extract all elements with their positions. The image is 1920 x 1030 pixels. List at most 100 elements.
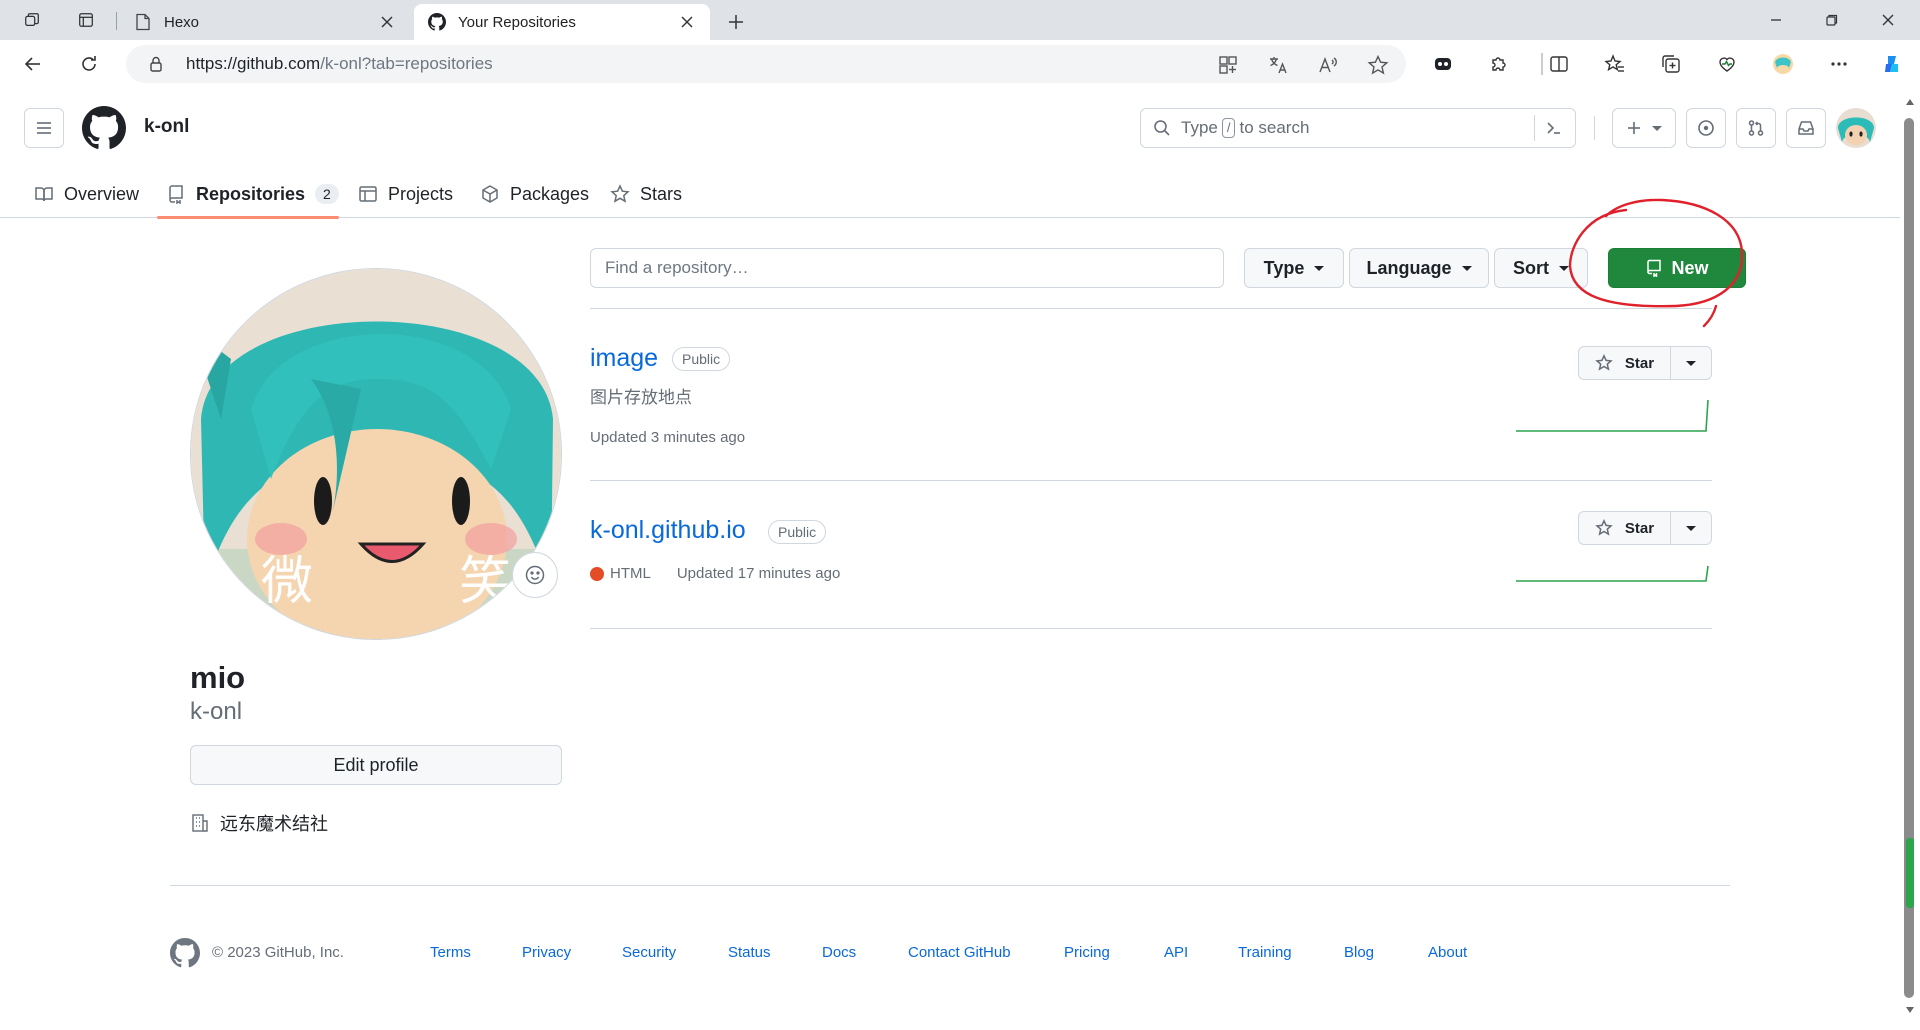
owner-link[interactable]: k-onl (144, 116, 189, 138)
url-path: /k-onl?tab=repositories (320, 54, 493, 73)
table-icon (359, 186, 377, 202)
language-filter-label: Language (1366, 257, 1452, 278)
tab-separator (116, 12, 117, 30)
footer-link-training[interactable]: Training (1238, 944, 1292, 961)
workspaces-icon[interactable] (4, 0, 60, 40)
repo-name-link[interactable]: k-onl.github.io (590, 516, 746, 545)
header-divider (1594, 116, 1595, 140)
language-filter-button[interactable]: Language (1349, 248, 1489, 288)
tab-actions-icon[interactable] (58, 0, 114, 40)
star-label: Star (1624, 354, 1655, 372)
translate-icon[interactable] (1264, 52, 1292, 78)
close-tab-icon[interactable] (678, 13, 696, 31)
active-tab-underline (157, 216, 339, 219)
url-host: https://github.com (186, 54, 321, 73)
search-divider (1534, 115, 1535, 141)
chevron-down-icon (1314, 265, 1325, 271)
footer-link-privacy[interactable]: Privacy (522, 944, 571, 961)
url-text[interactable]: https://github.com/k-onl?tab=repositorie… (186, 54, 493, 74)
back-icon[interactable] (16, 48, 50, 80)
close-window-icon[interactable] (1860, 0, 1916, 40)
list-divider (590, 480, 1712, 481)
profile-avatar[interactable]: 微 笑 (190, 268, 562, 640)
page-icon (134, 13, 152, 31)
tab-packages[interactable]: Packages (480, 170, 589, 218)
footer-link-contact[interactable]: Contact GitHub (908, 944, 1011, 961)
close-tab-icon[interactable] (378, 13, 396, 31)
tab-overview[interactable]: Overview (34, 170, 139, 218)
tab-repositories[interactable]: Repositories 2 (166, 170, 339, 218)
lock-icon[interactable] (146, 54, 166, 74)
repo-name-link[interactable]: image (590, 344, 658, 373)
find-repository-input[interactable] (590, 248, 1224, 288)
collections-icon[interactable] (1654, 48, 1688, 80)
scroll-up-icon[interactable] (1904, 96, 1916, 108)
footer-link-api[interactable]: API (1164, 944, 1188, 961)
profile-organization: 远东魔术结社 (190, 810, 328, 836)
tab-hexo[interactable]: Hexo (120, 4, 410, 40)
scroll-down-icon[interactable] (1904, 1004, 1916, 1016)
extension-game-icon[interactable] (1426, 48, 1460, 80)
footer-link-terms[interactable]: Terms (430, 944, 471, 961)
star-icon (610, 184, 630, 203)
footer-link-pricing[interactable]: Pricing (1064, 944, 1110, 961)
profile-avatar-icon[interactable] (1766, 48, 1800, 80)
footer-link-blog[interactable]: Blog (1344, 944, 1374, 961)
github-logo-icon[interactable] (82, 106, 126, 150)
github-favicon-icon (428, 13, 446, 31)
refresh-icon[interactable] (72, 48, 106, 80)
extensions-puzzle-icon[interactable] (1482, 48, 1516, 80)
new-tab-button[interactable] (720, 6, 752, 38)
tab-packages-label: Packages (510, 183, 590, 204)
tab-your-repositories[interactable]: Your Repositories (414, 4, 710, 40)
footer-link-status[interactable]: Status (728, 944, 771, 961)
copilot-icon[interactable] (1876, 48, 1910, 80)
chevron-down-icon (1461, 265, 1472, 271)
github-footer-logo-icon[interactable] (170, 938, 200, 968)
tab-projects[interactable]: Projects (358, 170, 453, 218)
tab-repositories-label: Repositories (196, 183, 306, 204)
star-button-group: Star (1578, 511, 1712, 545)
restore-icon[interactable] (1804, 0, 1860, 40)
repo-meta: HTML Updated 17 minutes ago (590, 565, 840, 582)
set-status-button[interactable] (512, 552, 558, 598)
favorites-icon[interactable] (1598, 48, 1632, 80)
footer-link-about[interactable]: About (1428, 944, 1467, 961)
more-menu-icon[interactable] (1822, 48, 1856, 80)
footer-link-docs[interactable]: Docs (822, 944, 856, 961)
inbox-button[interactable] (1786, 108, 1826, 148)
star-list-dropdown[interactable] (1671, 512, 1711, 544)
repo-count-badge: 2 (315, 184, 339, 204)
app-available-icon[interactable] (1214, 52, 1242, 78)
issues-button[interactable] (1686, 108, 1726, 148)
hamburger-menu-button[interactable] (24, 108, 64, 148)
tab-stars[interactable]: Stars (610, 170, 682, 218)
user-avatar[interactable] (1836, 108, 1876, 148)
command-palette-icon[interactable] (1541, 115, 1567, 141)
create-new-button[interactable] (1612, 108, 1676, 148)
search-input[interactable]: Type / to search (1140, 108, 1576, 148)
minimize-icon[interactable] (1748, 0, 1804, 40)
browser-essentials-icon[interactable] (1710, 48, 1744, 80)
star-list-dropdown[interactable] (1671, 347, 1711, 379)
search-icon (1154, 120, 1170, 136)
tab-title: Your Repositories (458, 13, 576, 31)
sort-filter-label: Sort (1513, 257, 1549, 278)
type-filter-button[interactable]: Type (1244, 248, 1344, 288)
read-aloud-icon[interactable] (1314, 52, 1342, 78)
footer-link-security[interactable]: Security (622, 944, 676, 961)
favorite-star-icon[interactable] (1364, 52, 1392, 78)
activity-sparkline (1516, 565, 1709, 582)
split-screen-icon[interactable] (1542, 48, 1576, 80)
type-filter-label: Type (1263, 257, 1305, 278)
edit-profile-button[interactable]: Edit profile (190, 745, 562, 785)
chevron-down-icon (1652, 125, 1662, 131)
browser-toolbar: https://github.com/k-onl?tab=repositorie… (0, 40, 1920, 88)
plus-icon (1628, 122, 1640, 134)
pull-requests-button[interactable] (1736, 108, 1776, 148)
address-bar[interactable]: https://github.com/k-onl?tab=repositorie… (126, 45, 1406, 83)
organization-name: 远东魔术结社 (220, 814, 328, 834)
star-button[interactable]: Star (1579, 347, 1671, 379)
star-button[interactable]: Star (1579, 512, 1671, 544)
footer-divider (170, 885, 1730, 886)
